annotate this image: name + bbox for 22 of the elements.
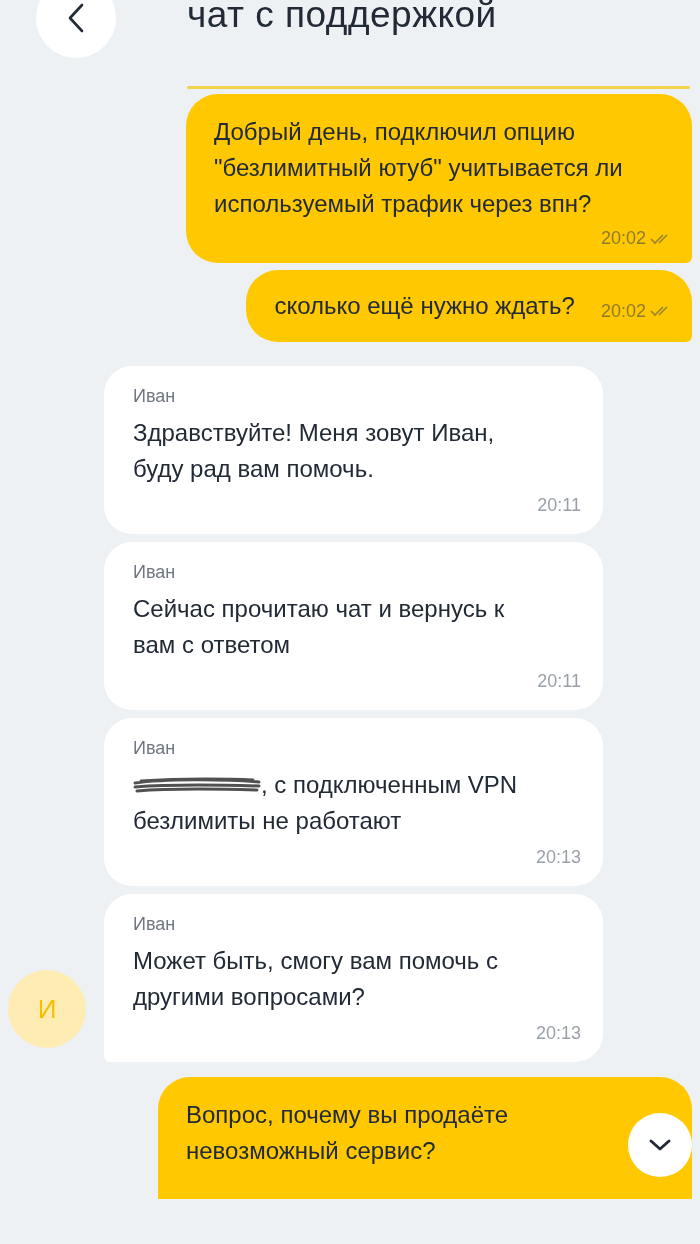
message-time: 20:02 (600, 228, 646, 249)
sender-name: Иван (133, 562, 177, 583)
message-text: Добрый день, подключил опцию "безлимитный ютуб" учитывается ли используемый трафик через впн? (214, 117, 624, 219)
sender-name: Иван (133, 386, 177, 407)
message-text: Сейчас прочитаю чат и вернусь к вам с ответом (133, 595, 505, 658)
message-text: Может быть, смогу вам помочь с другими вопросами? (133, 947, 499, 1010)
message-text: Здравствуйте! Меня зовут Иван, буду рад вам помочь. (133, 419, 495, 482)
back-button[interactable] (36, 0, 116, 58)
message-time: 20:13 (534, 1023, 581, 1044)
message-time: 20:11 (536, 671, 581, 692)
chat-title: чат с поддержкой (187, 0, 497, 36)
back-icon (68, 3, 84, 33)
sender-name: Иван (133, 738, 177, 759)
message-time: 20:11 (536, 495, 581, 516)
message-text: сколько ещё нужно ждать? (274, 291, 576, 321)
message-time: 20:02 (600, 300, 646, 322)
message-text: Вопрос, почему вы продаёте невозможный сервис? (186, 1100, 510, 1166)
sender-name: Иван (133, 914, 177, 935)
chevron-down-icon (649, 1139, 671, 1151)
avatar: И (8, 970, 86, 1048)
message-time: 20:13 (534, 847, 581, 868)
message-text: , с подключенным VPN безлимиты не работают (133, 771, 518, 834)
